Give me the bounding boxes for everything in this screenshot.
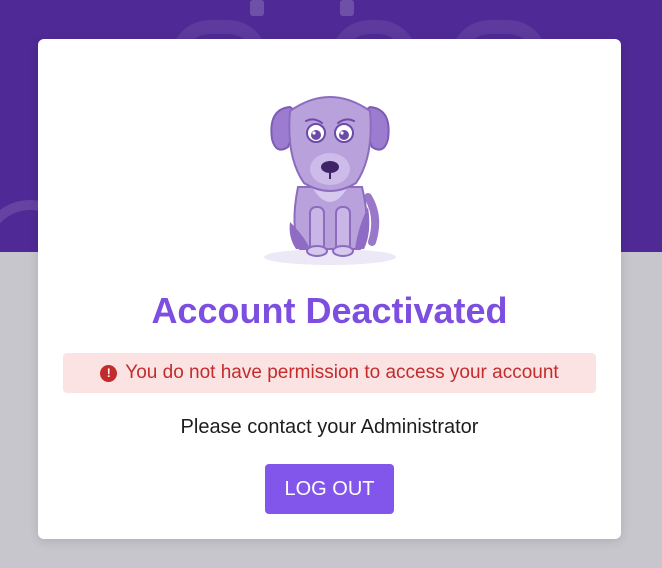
backdrop-decoration xyxy=(340,0,354,16)
backdrop-decoration xyxy=(250,0,264,16)
account-deactivated-dialog: Account Deactivated ! You do not have pe… xyxy=(38,39,621,539)
alert-message: You do not have permission to access you… xyxy=(125,362,559,383)
sad-dog-illustration xyxy=(264,96,396,265)
error-alert: ! You do not have permission to access y… xyxy=(63,353,596,393)
page-title: Account Deactivated xyxy=(151,290,508,331)
exclamation-circle-icon: ! xyxy=(100,364,118,382)
contact-admin-text: Please contact your Administrator xyxy=(180,416,479,438)
logout-button[interactable]: LOG OUT xyxy=(265,464,394,514)
page: Account Deactivated ! You do not have pe… xyxy=(0,0,662,568)
